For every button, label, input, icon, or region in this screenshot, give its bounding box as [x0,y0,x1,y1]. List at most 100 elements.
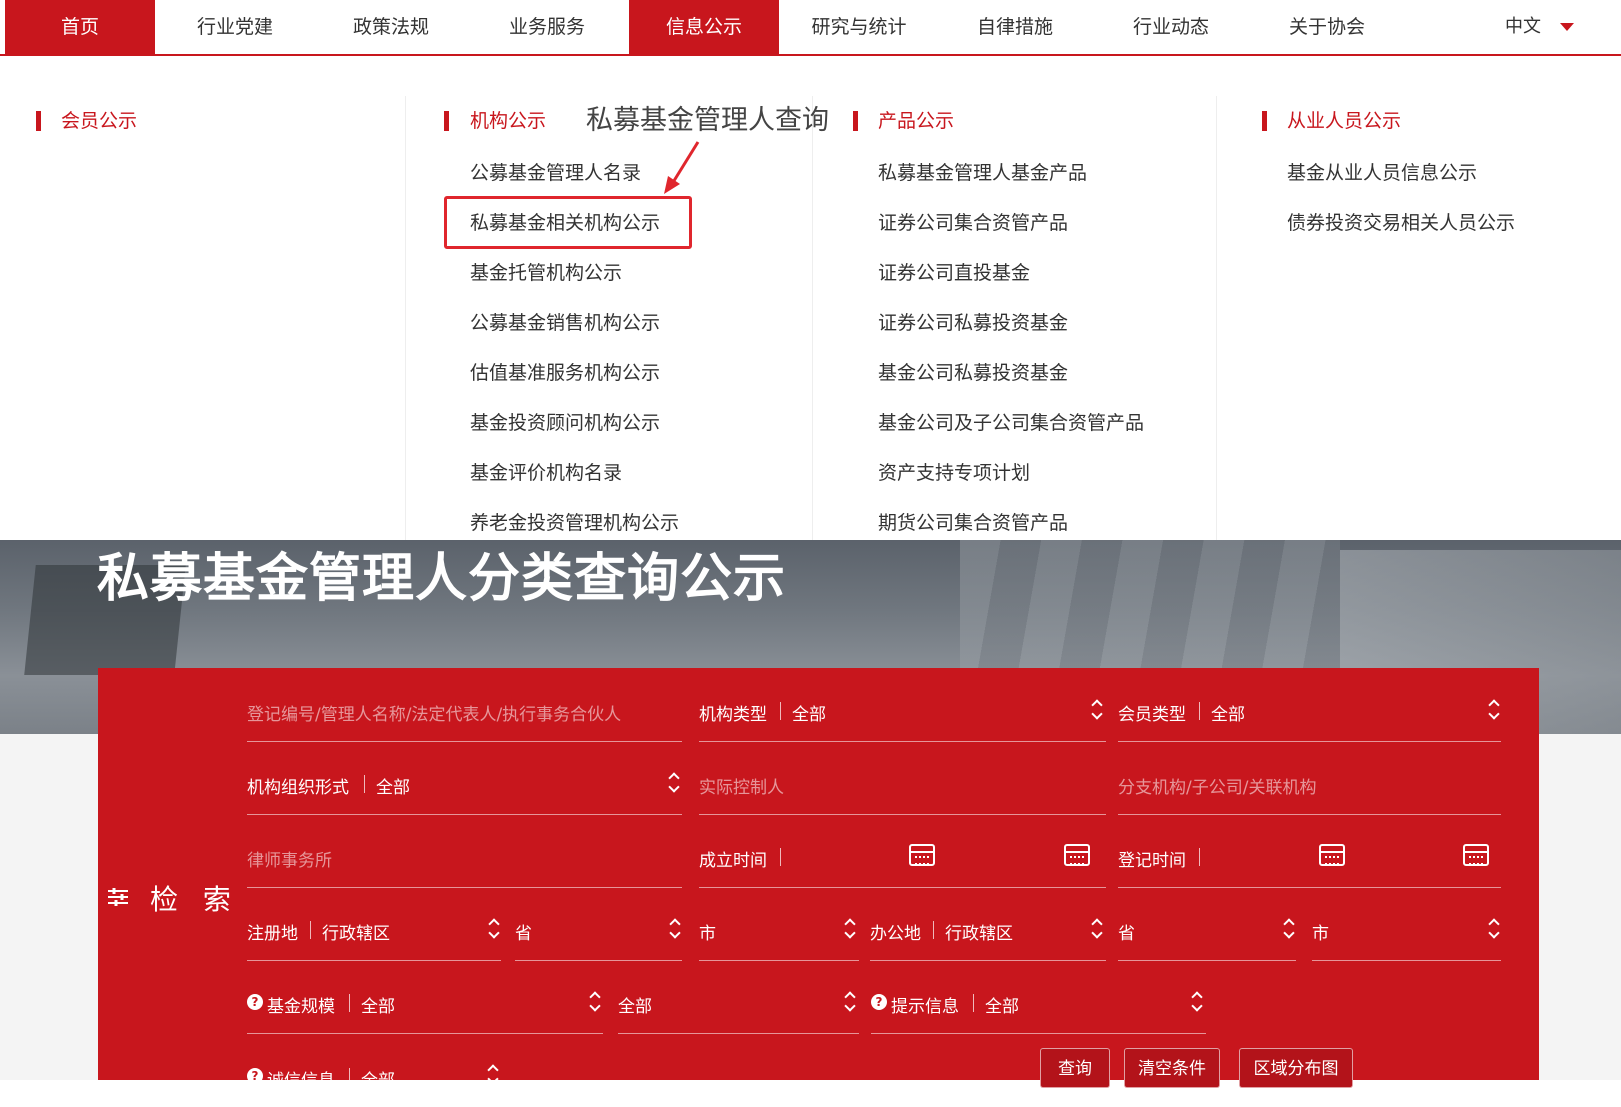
region-map-button[interactable]: 区域分布图 [1239,1048,1353,1088]
reg-time-range[interactable]: 登记时间 [1118,814,1501,888]
reg-time-label: 登记时间 [1118,851,1186,871]
hint-info-value: 全部 [985,997,1019,1017]
menu-link[interactable]: 公募基金销售机构公示 [470,309,660,337]
keyword-placeholder: 登记编号/管理人名称/法定代表人/执行事务合伙人 [247,705,622,725]
question-icon[interactable]: ? [247,994,263,1010]
nav-policy[interactable]: 政策法规 [316,0,466,54]
branch-placeholder: 分支机构/子公司/关联机构 [1118,778,1317,798]
page-title: 私募基金管理人分类查询公示 [97,549,787,609]
controller-input[interactable]: 实际控制人 [699,741,1106,815]
fund-scale-select-2[interactable]: 全部 [618,960,859,1034]
org-form-value: 全部 [376,778,410,798]
category-institution[interactable]: 机构公示 [470,107,546,135]
found-time-range[interactable]: 成立时间 [699,814,1106,888]
org-type-label: 机构类型 [699,705,767,725]
menu-link[interactable]: 资产支持专项计划 [878,459,1030,487]
nav-party[interactable]: 行业党建 [160,0,310,54]
office-place-city-select[interactable]: 市 [1312,887,1501,961]
nav-industry-news[interactable]: 行业动态 [1096,0,1246,54]
fund-scale-select[interactable]: ? 基金规模 全部 [247,960,603,1034]
nav-home[interactable]: 首页 [5,0,155,54]
office-place-district: 行政辖区 [945,924,1013,944]
menu-link[interactable]: 基金公司及子公司集合资管产品 [878,409,1144,437]
separator [349,1068,350,1086]
menu-link[interactable]: 基金从业人员信息公示 [1287,159,1477,187]
updown-icon [1283,917,1295,941]
credit-info-select[interactable]: ? 诚信信息 全部 [247,1033,505,1107]
office-place-province-select[interactable]: 省 [1118,887,1296,961]
separator [933,921,934,939]
query-button[interactable]: 查询 [1040,1048,1110,1088]
menu-link[interactable]: 证券公司集合资管产品 [878,209,1068,237]
menu-link[interactable]: 养老金投资管理机构公示 [470,509,679,537]
clear-button[interactable]: 清空条件 [1124,1048,1220,1088]
menu-link[interactable]: 证券公司直投基金 [878,259,1030,287]
reg-place-city-select[interactable]: 市 [699,887,859,961]
reg-place-province-select[interactable]: 省 [515,887,682,961]
annotation-arrow-icon [664,141,700,194]
fund-scale-value-2: 全部 [618,997,652,1017]
updown-icon [1091,917,1103,941]
updown-icon [487,1063,499,1087]
calendar-icon[interactable] [1064,844,1090,866]
category-member[interactable]: 会员公示 [61,107,137,135]
question-icon[interactable]: ? [871,994,887,1010]
updown-icon [1488,698,1500,722]
reg-place-province: 省 [515,924,532,944]
updown-icon [1091,698,1103,722]
language-selector[interactable]: 中文 [1505,0,1541,54]
question-icon[interactable]: ? [247,1068,263,1084]
reg-place-district: 行政辖区 [322,924,390,944]
menu-link[interactable]: 基金公司私募投资基金 [878,359,1068,387]
found-time-label: 成立时间 [699,851,767,871]
updown-icon [844,990,856,1014]
member-type-label: 会员类型 [1118,705,1186,725]
member-type-value: 全部 [1211,705,1245,725]
category-marker [1262,111,1267,131]
member-type-select[interactable]: 会员类型 全部 [1118,668,1501,742]
nav-self-regulation[interactable]: 自律措施 [940,0,1090,54]
menu-link[interactable]: 债券投资交易相关人员公示 [1287,209,1515,237]
org-type-value: 全部 [792,705,826,725]
org-form-select[interactable]: 机构组织形式 全部 [247,741,682,815]
calendar-icon[interactable] [1319,844,1345,866]
office-place-district-select[interactable]: 办公地 行政辖区 [870,887,1106,961]
category-product[interactable]: 产品公示 [878,107,954,135]
category-marker [853,111,858,131]
branch-input[interactable]: 分支机构/子公司/关联机构 [1118,741,1501,815]
menu-link[interactable]: 私募基金管理人基金产品 [878,159,1087,187]
updown-icon [1488,917,1500,941]
reg-place-district-select[interactable]: 注册地 行政辖区 [247,887,501,961]
category-staff[interactable]: 从业人员公示 [1287,107,1401,135]
org-type-select[interactable]: 机构类型 全部 [699,668,1106,742]
separator [973,994,974,1012]
column-divider [1216,96,1217,540]
calendar-icon[interactable] [909,844,935,866]
updown-icon [669,917,681,941]
nav-about[interactable]: 关于协会 [1252,0,1402,54]
column-divider [812,96,813,540]
calendar-icon[interactable] [1463,844,1489,866]
highlight-box [444,196,692,249]
caret-down-icon[interactable] [1560,23,1574,31]
menu-link[interactable]: 基金评价机构名录 [470,459,622,487]
category-marker [36,111,41,131]
nav-research[interactable]: 研究与统计 [784,0,934,54]
reg-place-city: 市 [699,924,716,944]
menu-link[interactable]: 证券公司私募投资基金 [878,309,1068,337]
law-firm-input[interactable]: 律师事务所 [247,814,682,888]
menu-link[interactable]: 估值基准服务机构公示 [470,359,660,387]
nav-business[interactable]: 业务服务 [472,0,622,54]
menu-link[interactable]: 基金托管机构公示 [470,259,622,287]
hint-info-select[interactable]: ? 提示信息 全部 [871,960,1206,1034]
menu-link[interactable]: 基金投资顾问机构公示 [470,409,660,437]
category-marker [444,111,449,131]
filter-sliders-icon [108,888,128,906]
menu-link[interactable]: 期货公司集合资管产品 [878,509,1068,537]
separator [780,702,781,720]
updown-icon [589,990,601,1014]
menu-link[interactable]: 公募基金管理人名录 [470,159,641,187]
nav-info-disclosure[interactable]: 信息公示 [629,0,779,54]
org-form-label: 机构组织形式 [247,778,349,798]
keyword-input[interactable]: 登记编号/管理人名称/法定代表人/执行事务合伙人 [247,668,682,742]
